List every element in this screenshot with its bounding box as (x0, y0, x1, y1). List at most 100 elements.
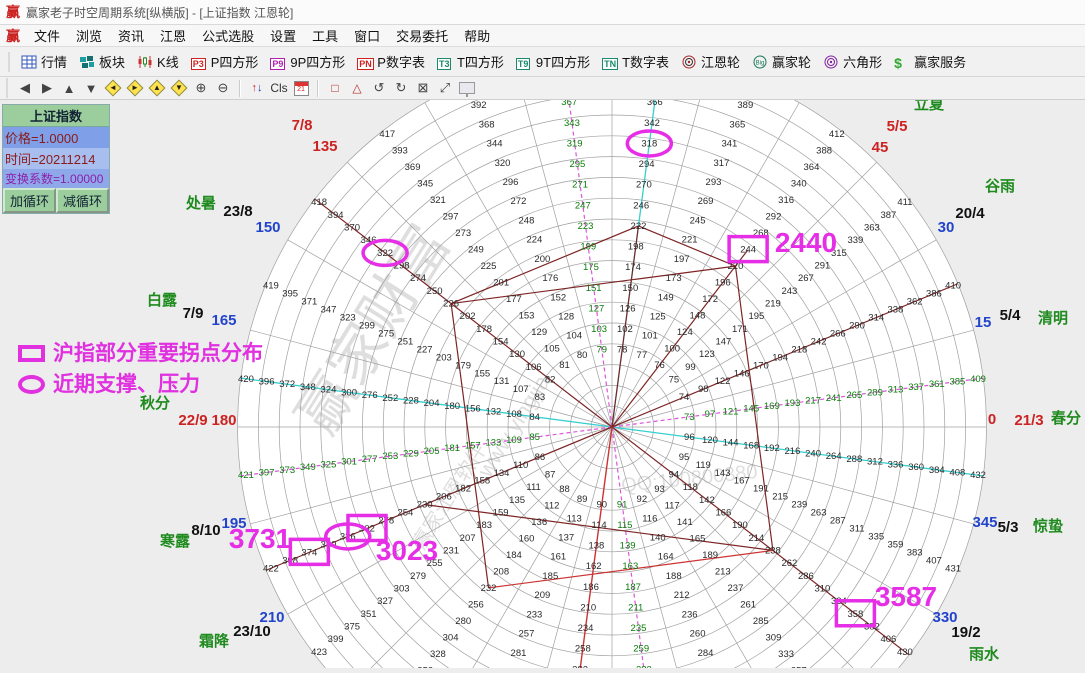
nav-left-button[interactable]: ◀ (15, 79, 35, 98)
svg-text:192: 192 (764, 443, 780, 454)
app-logo-icon: 赢 (6, 2, 20, 22)
svg-text:98: 98 (698, 384, 709, 395)
menu-item-2[interactable]: 资讯 (110, 24, 152, 47)
svg-text:22/9: 22/9 (178, 412, 207, 429)
toolbar-item-gann-wheel[interactable]: 江恩轮 (675, 49, 746, 74)
svg-text:134: 134 (494, 468, 510, 479)
toolbar-item-kline[interactable]: K线 (131, 49, 185, 74)
toolbar-item-winner-wheel[interactable]: Big赢家轮 (746, 49, 817, 74)
menu-item-6[interactable]: 工具 (304, 24, 346, 47)
nav-up-button[interactable]: ▲ (59, 79, 79, 98)
menu-item-3[interactable]: 江恩 (152, 24, 194, 47)
svg-text:272: 272 (511, 196, 527, 207)
calendar-button[interactable]: 21 (291, 79, 311, 98)
rotate-ccw-button[interactable]: ↺ (369, 79, 389, 98)
shift-left-button[interactable]: ◄ (103, 79, 123, 98)
menu-item-8[interactable]: 交易委托 (388, 24, 456, 47)
delete-box-button[interactable]: ⊠ (413, 79, 433, 98)
svg-text:86: 86 (535, 452, 546, 463)
svg-text:白露: 白露 (147, 291, 178, 309)
svg-text:328: 328 (430, 649, 446, 660)
badge-P9: P9 (270, 55, 286, 69)
zoom-out-button[interactable]: ⊖ (213, 79, 233, 98)
nav-down-button[interactable]: ▼ (81, 79, 101, 98)
rotate-cw-button[interactable]: ↻ (391, 79, 411, 98)
wheel-big-icon: Big (752, 55, 768, 69)
svg-text:351: 351 (361, 609, 377, 620)
sub-cycle-button[interactable]: 减循环 (56, 188, 109, 213)
svg-text:223: 223 (578, 221, 594, 232)
square-tool-button[interactable]: □ (325, 79, 345, 98)
updown-button[interactable]: ↑↓ (247, 79, 267, 98)
toolbar-item-sectors[interactable]: 板块 (73, 49, 131, 74)
toolbar-item-9p-square[interactable]: P99P四方形 (264, 49, 351, 74)
svg-text:162: 162 (586, 561, 602, 572)
shift-right-button[interactable]: ► (125, 79, 145, 98)
svg-text:霜降: 霜降 (198, 632, 230, 650)
toolbar-item-service[interactable]: $赢家服务 (888, 49, 972, 74)
shift-up-button[interactable]: ▲ (147, 79, 167, 98)
grid-icon (21, 55, 37, 69)
menu-item-5[interactable]: 设置 (262, 24, 304, 47)
svg-text:109: 109 (506, 435, 522, 446)
menu-item-1[interactable]: 浏览 (68, 24, 110, 47)
toolbar-item-hexagon[interactable]: 六角形 (817, 49, 888, 74)
nav-right-button[interactable]: ▶ (37, 79, 57, 98)
svg-text:263: 263 (811, 508, 827, 519)
svg-text:399: 399 (328, 634, 344, 645)
toolbar-item-p-table[interactable]: PNP数字表 (351, 49, 431, 74)
menu-item-4[interactable]: 公式选股 (194, 24, 262, 47)
svg-text:217: 217 (805, 396, 821, 407)
svg-text:149: 149 (658, 292, 674, 303)
svg-text:363: 363 (864, 223, 880, 234)
svg-text:270: 270 (636, 180, 652, 191)
svg-text:432: 432 (970, 470, 986, 481)
toolbar-item-t-square[interactable]: T3T四方形 (431, 49, 510, 74)
svg-text:185: 185 (542, 571, 558, 582)
svg-text:318: 318 (641, 138, 657, 149)
add-cycle-button[interactable]: 加循环 (3, 188, 56, 213)
svg-text:271: 271 (572, 180, 588, 191)
svg-text:262: 262 (781, 558, 797, 569)
screen-button[interactable] (457, 79, 477, 98)
svg-text:260: 260 (690, 629, 706, 640)
svg-text:229: 229 (403, 448, 419, 459)
toolbar-item-9t-square[interactable]: T99T四方形 (510, 49, 596, 74)
svg-text:279: 279 (410, 571, 426, 582)
menu-item-0[interactable]: 文件 (26, 24, 68, 47)
svg-text:178: 178 (476, 324, 492, 335)
svg-text:100: 100 (664, 344, 680, 355)
svg-text:111: 111 (526, 482, 540, 493)
svg-text:7/8: 7/8 (292, 117, 313, 134)
svg-text:107: 107 (513, 384, 529, 395)
shift-down-button[interactable]: ▼ (169, 79, 189, 98)
svg-text:359: 359 (888, 539, 904, 550)
toolbar-item-quotes[interactable]: 行情 (15, 49, 73, 74)
svg-text:5/3: 5/3 (998, 519, 1019, 536)
svg-text:252: 252 (382, 393, 398, 404)
zoom-in-button[interactable]: ⊕ (191, 79, 211, 98)
svg-text:159: 159 (493, 507, 509, 518)
menu-item-7[interactable]: 窗口 (346, 24, 388, 47)
menu-item-9[interactable]: 帮助 (456, 24, 498, 47)
svg-text:166: 166 (715, 507, 731, 518)
toolbar-item-t-table[interactable]: TNT数字表 (596, 49, 675, 74)
collapse-button[interactable]: ⤢ (435, 79, 455, 98)
cls-button[interactable]: Cls (269, 79, 289, 98)
instrument-title: 上证指数 (3, 105, 109, 127)
svg-text:139: 139 (620, 541, 636, 552)
svg-text:286: 286 (798, 571, 814, 582)
toolbar-item-p-table-label: P数字表 (377, 52, 425, 71)
svg-text:384: 384 (929, 465, 945, 476)
svg-text:322: 322 (377, 248, 393, 259)
svg-text:411: 411 (897, 197, 912, 208)
triangle-tool-button[interactable]: △ (347, 79, 367, 98)
svg-text:431: 431 (945, 563, 961, 574)
toolbar-item-p-square[interactable]: P3P四方形 (185, 49, 265, 74)
svg-text:321: 321 (430, 195, 446, 206)
svg-text:254: 254 (397, 508, 413, 519)
svg-text:Big: Big (756, 60, 765, 66)
svg-text:367: 367 (561, 100, 577, 108)
svg-text:195: 195 (748, 311, 764, 322)
svg-text:208: 208 (493, 566, 509, 577)
